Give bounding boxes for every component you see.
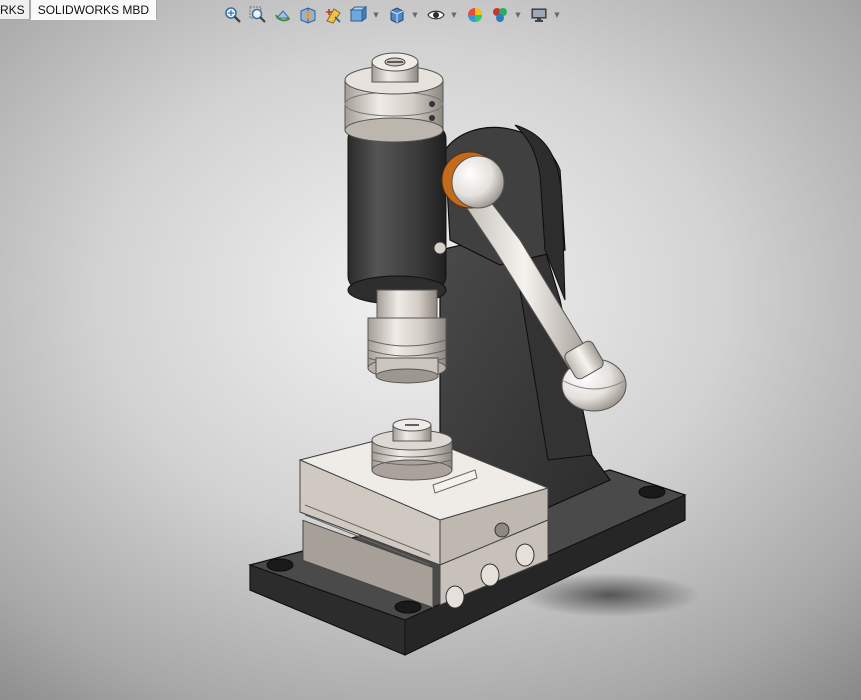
zoom-to-area-icon [249, 6, 266, 23]
display-style-icon [390, 7, 404, 24]
zoom-to-fit-icon [225, 7, 241, 23]
tab-solidworks[interactable]: RKS [0, 0, 30, 20]
edit-appearance-icon [468, 8, 482, 22]
chevron-down-icon: ▼ [373, 11, 379, 19]
document-tabs: RKS SOLIDWORKS MBD [0, 0, 158, 21]
mounting-hole [266, 558, 294, 572]
dynamic-annotation-icon [326, 8, 341, 24]
chevron-down-icon: ▼ [554, 11, 560, 19]
tab-solidworks-mbd[interactable]: SOLIDWORKS MBD [29, 0, 158, 20]
view-orientation-button[interactable] [347, 4, 369, 26]
chevron-down-icon: ▼ [412, 11, 418, 19]
view-settings-dropdown[interactable]: ▼ [553, 4, 561, 26]
adjustment-screw [515, 543, 535, 567]
edit-appearance-button[interactable] [464, 4, 486, 26]
graphics-area[interactable] [0, 0, 861, 700]
ram-punch[interactable] [367, 289, 447, 384]
ram-top-cap[interactable] [344, 52, 444, 143]
apply-scene-button[interactable] [489, 4, 511, 26]
display-style-dropdown[interactable]: ▼ [411, 4, 419, 26]
section-view-icon [300, 7, 316, 24]
view-settings-button[interactable] [528, 4, 550, 26]
previous-view-icon [275, 10, 291, 22]
heads-up-view-toolbar: ▼ ▼ ▼ ▼ ▼ [222, 3, 567, 27]
mounting-hole [638, 485, 666, 499]
previous-view-button[interactable] [272, 4, 294, 26]
adjustment-screw [445, 585, 465, 609]
mounting-hole [394, 600, 422, 614]
apply-scene-icon [493, 8, 507, 22]
chevron-down-icon: ▼ [451, 11, 457, 19]
view-orientation-dropdown[interactable]: ▼ [372, 4, 380, 26]
hide-show-items-button[interactable] [425, 4, 447, 26]
zoom-to-area-button[interactable] [247, 4, 269, 26]
view-settings-icon [531, 8, 547, 22]
dynamic-annotation-button[interactable] [322, 4, 344, 26]
ram-housing[interactable] [347, 124, 447, 305]
hide-show-items-dropdown[interactable]: ▼ [450, 4, 458, 26]
apply-scene-dropdown[interactable]: ▼ [514, 4, 522, 26]
zoom-to-fit-button[interactable] [222, 4, 244, 26]
view-orientation-icon [349, 6, 367, 22]
adjustment-screw [480, 563, 500, 587]
display-style-button[interactable] [386, 4, 408, 26]
hide-show-items-icon [427, 10, 445, 20]
chevron-down-icon: ▼ [515, 11, 521, 19]
section-view-button[interactable] [297, 4, 319, 26]
